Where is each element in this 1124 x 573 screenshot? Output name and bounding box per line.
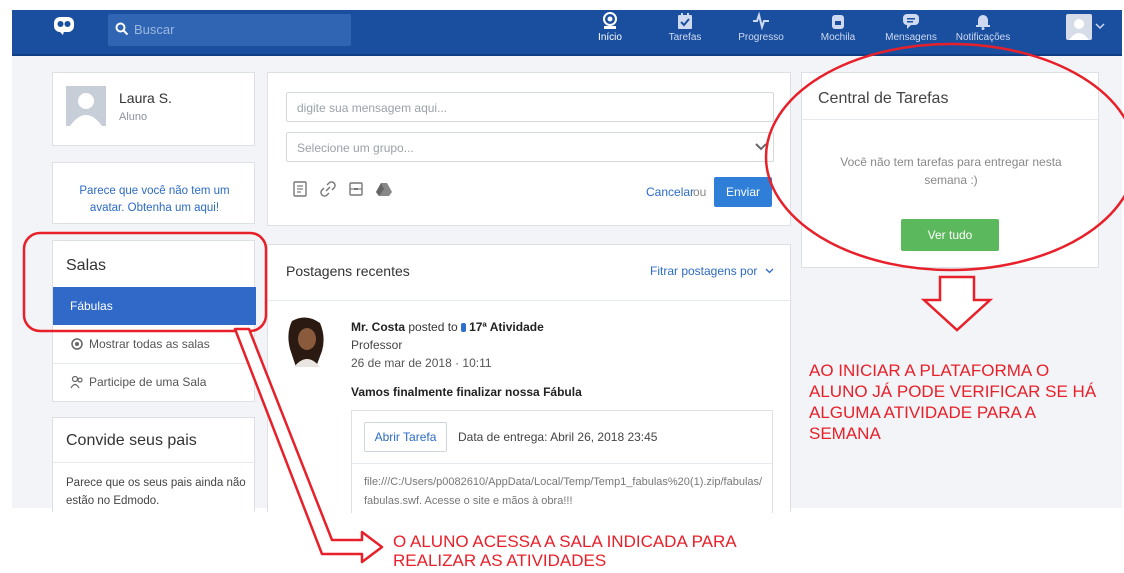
link-icon[interactable] <box>320 181 336 197</box>
user-avatar-menu[interactable] <box>1066 14 1092 40</box>
divider <box>352 463 772 464</box>
invite-parents-card: Convide seus pais Parece que os seus pai… <box>52 417 256 512</box>
nav-backpack-label: Mochila <box>820 32 856 43</box>
nav-home[interactable]: Início <box>590 10 630 54</box>
top-navbar: Buscar Início Tarefas Progresso Mochila … <box>12 10 1122 56</box>
nav-tasks[interactable]: Tarefas <box>664 10 706 54</box>
room-item-label: Fábulas <box>70 299 113 313</box>
group-color-dot <box>461 323 467 332</box>
chevron-down-icon <box>765 268 774 274</box>
post-author-role: Professor <box>351 338 403 352</box>
show-all-rooms-label: Mostrar todas as salas <box>89 337 210 351</box>
document-icon[interactable] <box>292 181 308 197</box>
profile-name[interactable]: Laura S. <box>119 90 172 106</box>
nav-messages-label: Mensagens <box>885 32 937 43</box>
bell-icon <box>976 15 990 30</box>
post-author-name[interactable]: Mr. Costa <box>351 320 405 334</box>
see-all-button[interactable]: Ver tudo <box>901 219 999 251</box>
filter-posts-dropdown[interactable]: Fitrar postagens por <box>650 264 774 278</box>
edmodo-logo-icon[interactable] <box>53 16 75 36</box>
user-avatar-icon <box>1069 19 1089 40</box>
show-all-rooms-link[interactable]: Mostrar todas as salas <box>70 337 210 351</box>
avatar-prompt-link[interactable]: Parece que você não tem um avatar. Obten… <box>61 183 248 217</box>
rooms-title: Salas <box>66 257 107 274</box>
join-room-label: Participe de uma Sala <box>89 375 207 389</box>
task-center-card: Central de Tarefas Você não tem tarefas … <box>801 72 1100 268</box>
profile-avatar[interactable] <box>66 86 106 126</box>
nav-backpack[interactable]: Mochila <box>816 10 860 54</box>
search-placeholder: Buscar <box>134 22 175 37</box>
cancel-button[interactable]: Cancelar <box>646 185 694 199</box>
chevron-down-icon[interactable] <box>1095 23 1105 30</box>
or-text: ou <box>693 185 707 199</box>
post-group-name[interactable]: 17ª Atividade <box>469 320 544 334</box>
assignment-description: file:///C:/Users/p0082610/AppData/Local/… <box>364 476 763 507</box>
tasks-icon <box>678 13 692 29</box>
annotation-right-text: AO INICIAR A PLATAFORMA O ALUNO JÁ PODE … <box>809 361 1097 443</box>
rooms-card: Salas Fábulas Mostrar todas as salas Par… <box>52 240 256 402</box>
messages-icon <box>903 14 919 29</box>
nav-home-label: Início <box>598 32 622 43</box>
post-date: 26 de mar de 2018 · 10:11 <box>351 356 492 370</box>
nav-progress-label: Progresso <box>738 32 784 43</box>
message-input[interactable]: digite sua mensagem aqui... <box>286 92 774 122</box>
backpack-icon <box>832 15 844 29</box>
avatar-prompt-card: Parece que você não tem um avatar. Obten… <box>52 162 255 224</box>
post-composer: digite sua mensagem aqui... Selecione um… <box>267 72 791 226</box>
filter-posts-label: Fitrar postagens por <box>650 264 758 278</box>
google-drive-icon[interactable] <box>376 181 392 197</box>
post-author-line: Mr. Costa posted to 17ª Atividade <box>351 320 544 334</box>
divider <box>268 300 792 301</box>
divider <box>53 363 256 364</box>
divider <box>53 462 256 463</box>
home-icon <box>603 12 617 29</box>
divider <box>802 119 1100 120</box>
nav-notifications-label: Notificações <box>955 32 1011 43</box>
screenshot-root: Buscar Início Tarefas Progresso Mochila … <box>0 0 1124 573</box>
nav-messages[interactable]: Mensagens <box>882 10 940 54</box>
profile-card: Laura S. Aluno <box>52 72 255 146</box>
nav-notifications[interactable]: Notificações <box>952 10 1014 54</box>
group-select[interactable]: Selecione um grupo... <box>286 132 774 162</box>
nav-tasks-label: Tarefas <box>668 32 702 43</box>
search-icon <box>115 22 129 36</box>
open-task-button[interactable]: Abrir Tarefa <box>364 422 447 452</box>
due-date: Data de entrega: Abril 26, 2018 23:45 <box>458 430 658 444</box>
default-avatar-icon <box>70 93 102 126</box>
post-title: Vamos finalmente finalizar nossa Fábula <box>351 385 582 399</box>
invite-parents-title: Convide seus pais <box>66 432 197 449</box>
search-bar[interactable]: Buscar <box>108 14 351 46</box>
message-placeholder: digite sua mensagem aqui... <box>297 101 448 115</box>
invite-parents-text: Parece que os seus pais ainda não estão … <box>66 477 246 507</box>
annotation-bottom-text: O ALUNO ACESSA A SALA INDICADA PARA REAL… <box>393 532 736 570</box>
send-button[interactable]: Enviar <box>714 177 772 207</box>
recent-posts-title: Postagens recentes <box>286 263 410 279</box>
chevron-down-icon <box>755 143 767 151</box>
recent-posts-card: Postagens recentes Fitrar postagens por … <box>267 244 792 513</box>
nav-progress[interactable]: Progresso <box>734 10 788 54</box>
task-center-empty-text: Você não tem tarefas para entregar nesta… <box>840 155 1062 187</box>
group-placeholder: Selecione um grupo... <box>297 141 414 155</box>
library-icon[interactable] <box>348 181 364 197</box>
profile-role: Aluno <box>119 111 148 123</box>
author-photo[interactable] <box>286 317 328 367</box>
group-icon <box>70 375 83 389</box>
task-center-title: Central de Tarefas <box>818 90 949 107</box>
room-item-fabulas[interactable]: Fábulas <box>53 287 256 325</box>
join-room-link[interactable]: Participe de uma Sala <box>70 375 206 389</box>
gear-icon <box>71 338 83 350</box>
posted-to-text: posted to <box>408 320 458 334</box>
progress-icon <box>753 12 769 30</box>
assignment-box: Abrir Tarefa Data de entrega: Abril 26, … <box>351 410 773 513</box>
